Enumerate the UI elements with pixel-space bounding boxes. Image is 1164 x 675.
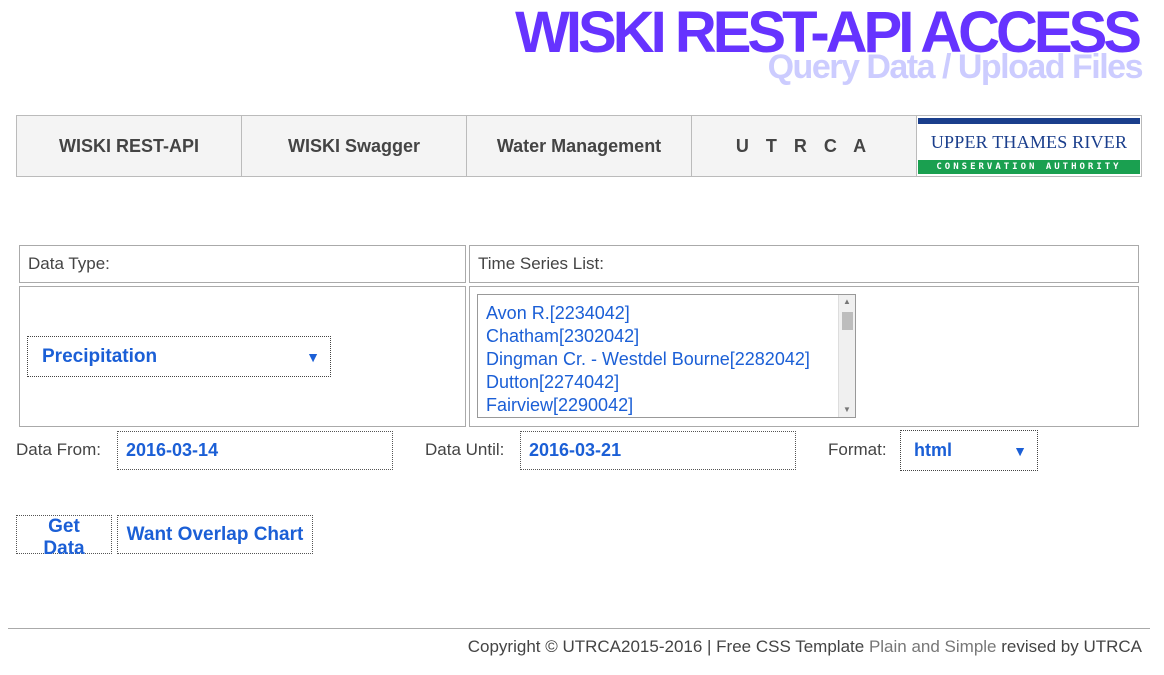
data-type-label: Data Type: <box>28 254 110 273</box>
data-until-input[interactable] <box>520 431 796 470</box>
format-value: html <box>914 440 952 460</box>
footer-copyright: Copyright © UTRCA2015-2016 | Free CSS Te… <box>467 637 869 656</box>
logo-graphic: UPPER THAMES RIVER CONSERVATION AUTHORIT… <box>918 118 1140 174</box>
chevron-down-icon: ▼ <box>306 348 320 365</box>
list-item[interactable]: Fairview[2290042] <box>478 394 810 417</box>
listbox-scrollbar[interactable]: ▲ ▼ <box>838 295 855 417</box>
footer: Copyright © UTRCA2015-2016 | Free CSS Te… <box>468 637 1142 657</box>
chevron-down-icon: ▼ <box>1013 442 1027 459</box>
logo-tagline: CONSERVATION AUTHORITY <box>918 160 1140 174</box>
time-series-listbox[interactable]: Avon R.[2234042] Chatham[2302042] Dingma… <box>477 294 856 418</box>
data-type-value: Precipitation <box>42 345 158 367</box>
format-label: Format: <box>828 440 887 459</box>
main-nav: WISKI REST-API WISKI Swagger Water Manag… <box>16 115 1142 177</box>
data-type-select[interactable]: Precipitation ▼ <box>27 336 331 377</box>
logo-name: UPPER THAMES RIVER <box>930 131 1128 152</box>
data-from-label: Data From: <box>16 440 102 459</box>
list-item[interactable]: Dingman Cr. - Westdel Bourne[2282042] <box>478 348 810 371</box>
list-item[interactable]: Dutton[2274042] <box>478 371 810 394</box>
footer-revised: revised by UTRCA <box>996 637 1142 656</box>
nav-water-management[interactable]: Water Management <box>467 116 692 176</box>
list-item[interactable]: Chatham[2302042] <box>478 325 810 348</box>
nav-utrca[interactable]: U T R C A <box>692 116 917 176</box>
footer-template-link[interactable]: Plain and Simple <box>869 637 997 656</box>
site-subtitle: Query Data / Upload Files <box>767 48 1144 86</box>
scroll-thumb[interactable] <box>842 312 853 330</box>
data-type-header: Data Type: <box>19 245 466 283</box>
utrca-logo[interactable]: UPPER THAMES RIVER CONSERVATION AUTHORIT… <box>917 116 1141 176</box>
data-until-label: Data Until: <box>425 440 505 459</box>
overlap-chart-button[interactable]: Want Overlap Chart <box>117 515 313 554</box>
scroll-up-icon[interactable]: ▲ <box>839 295 855 309</box>
nav-wiski-swagger[interactable]: WISKI Swagger <box>242 116 467 176</box>
footer-divider <box>8 628 1150 629</box>
data-from-input[interactable] <box>117 431 393 470</box>
time-series-header: Time Series List: <box>469 245 1139 283</box>
get-data-button[interactable]: Get Data <box>16 515 112 559</box>
format-select[interactable]: html ▼ <box>900 430 1038 471</box>
time-series-label: Time Series List: <box>478 254 604 273</box>
scroll-down-icon[interactable]: ▼ <box>839 403 855 417</box>
nav-wiski-rest-api[interactable]: WISKI REST-API <box>17 116 242 176</box>
list-item[interactable]: Avon R.[2234042] <box>478 302 810 325</box>
